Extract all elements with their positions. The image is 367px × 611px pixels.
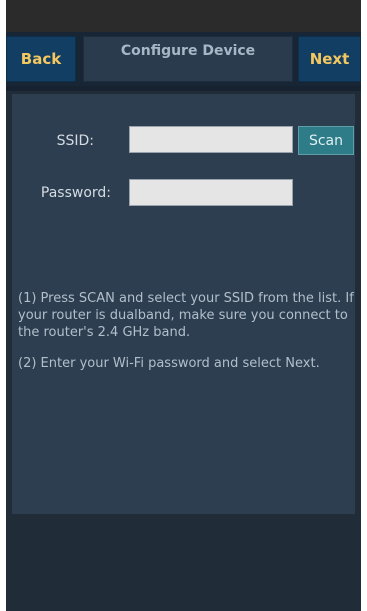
- next-button[interactable]: Next: [298, 36, 361, 82]
- phone-screen: Back Configure Device Next SSID: Scan Pa…: [6, 0, 361, 611]
- back-button[interactable]: Back: [6, 36, 76, 82]
- password-label: Password:: [40, 185, 111, 201]
- header-bar: Back Configure Device Next: [6, 32, 361, 86]
- instructions: (1) Press SCAN and select your SSID from…: [18, 290, 354, 386]
- instruction-step-1: (1) Press SCAN and select your SSID from…: [18, 291, 354, 340]
- page-title: Configure Device: [120, 43, 256, 59]
- scan-button[interactable]: Scan: [298, 126, 354, 155]
- back-button-label: Back: [20, 50, 62, 68]
- next-button-label: Next: [309, 50, 350, 68]
- configure-panel: SSID: Scan Password: (1) Press SCAN and …: [12, 94, 355, 514]
- ssid-input[interactable]: [129, 126, 293, 153]
- header-divider: [6, 86, 361, 91]
- status-bar: [6, 0, 361, 32]
- instruction-step-2: (2) Enter your Wi-Fi password and select…: [18, 356, 320, 371]
- page-title-box: Configure Device: [83, 36, 293, 82]
- ssid-label: SSID:: [56, 133, 94, 149]
- password-input[interactable]: [129, 179, 293, 206]
- bottom-area: [6, 514, 361, 611]
- scan-button-label: Scan: [308, 132, 344, 149]
